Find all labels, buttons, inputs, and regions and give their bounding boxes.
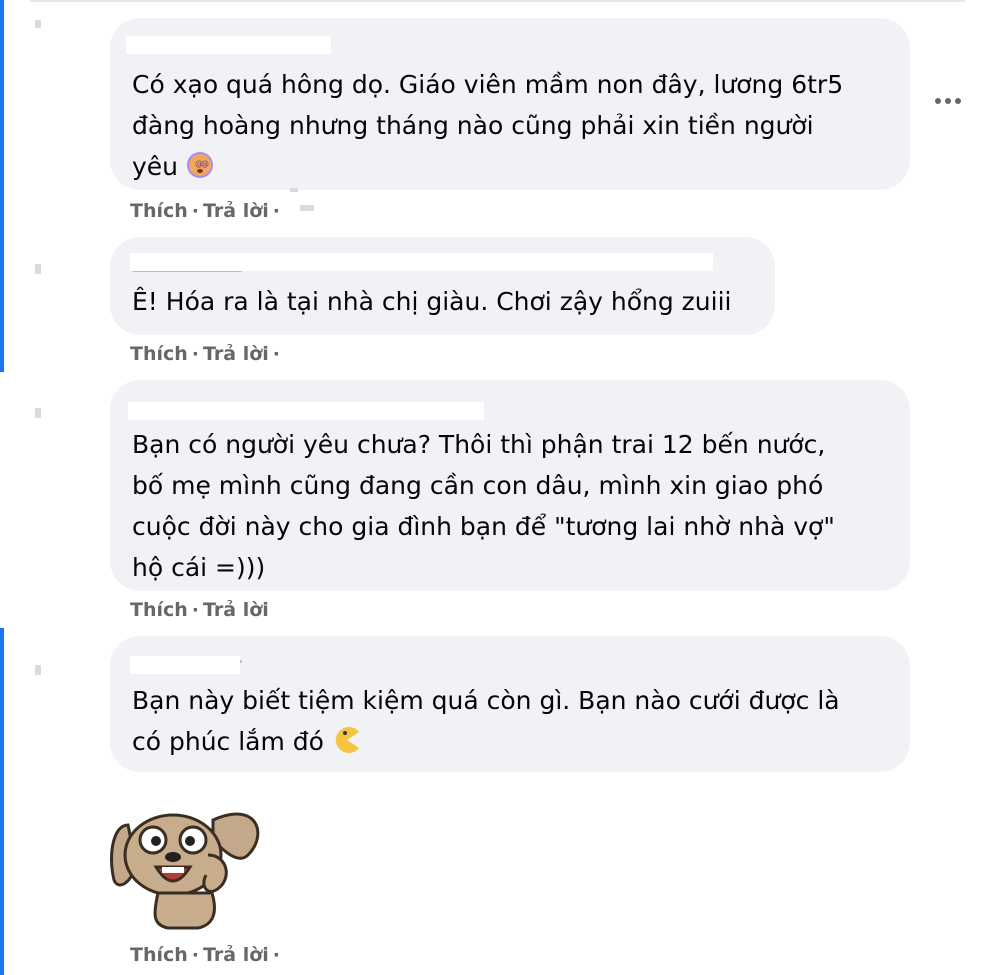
thread-indicator [0,628,4,975]
comment-actions: Thích · Trả lời · [130,343,280,365]
dizzy-face-icon: @ @ [186,150,214,191]
author-name-redaction [130,253,713,271]
avatar-fragment [35,665,41,675]
avatar-fragment [35,408,41,418]
like-button[interactable]: Thích [130,944,188,966]
reply-button[interactable]: Trả lời [203,200,269,222]
author-name-redaction [130,656,240,674]
comment-actions: Thích · Trả lời [130,599,269,621]
author-name-redaction [126,36,331,54]
comment-text: Bạn có người yêu chưa? Thôi thì phận tra… [132,430,835,582]
comment-bubble: Bạn này biết tiệm kiệm quá còn gì. Bạn n… [110,636,910,772]
dog-sticker[interactable] [108,795,270,930]
reply-button[interactable]: Trả lời [203,944,269,966]
reply-button[interactable]: Trả lời [203,599,269,621]
like-button[interactable]: Thích [130,599,188,621]
avatar-fragment [35,264,41,274]
author-name-redaction [128,402,484,420]
thread-indicator [0,0,4,372]
comment-bubble: Ê! Hóa ra là tại nhà chị giàu. Chơi zậy … [110,237,775,335]
comment-actions: Thích · Trả lời · [130,944,280,966]
avatar-fragment [35,20,41,28]
comment-bubble: Bạn có người yêu chưa? Thôi thì phận tra… [110,380,910,591]
comment-actions: Thích · Trả lời · [130,200,280,222]
like-button[interactable]: Thích [130,343,188,365]
top-divider [30,0,965,2]
comment-text: Ê! Hóa ra là tại nhà chị giàu. Chơi zậy … [132,287,732,316]
timestamp-fragment [290,188,298,192]
reply-button[interactable]: Trả lời [203,343,269,365]
comment-text: Có xạo quá hông dọ. Giáo viên mầm non đâ… [132,64,843,191]
like-button[interactable]: Thích [130,200,188,222]
comment-text: Bạn này biết tiệm kiệm quá còn gì. Bạn n… [132,680,840,766]
more-options-icon[interactable] [935,95,965,107]
pacman-icon [332,725,362,766]
timestamp-fragment [300,205,314,211]
svg-text:@: @ [201,159,209,168]
comment-bubble: Có xạo quá hông dọ. Giáo viên mầm non đâ… [110,18,910,190]
